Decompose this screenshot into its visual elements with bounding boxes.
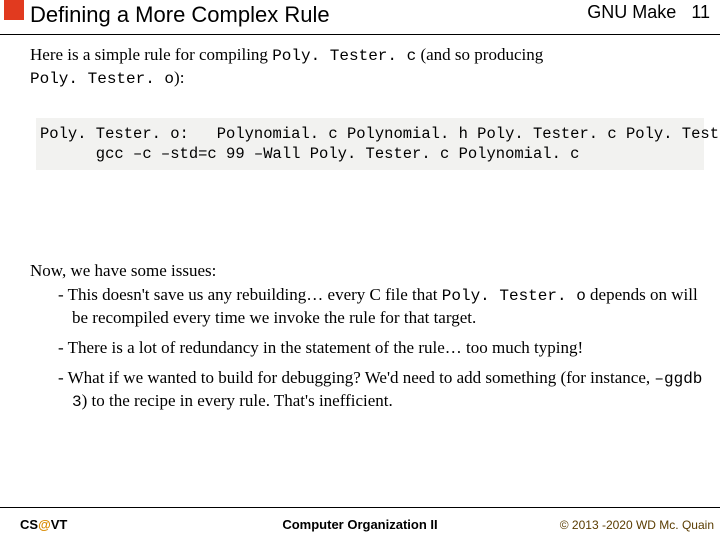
intro-text: ):	[174, 68, 184, 87]
issue-text: What if we wanted to build for debugging…	[68, 368, 655, 387]
slide-title: Defining a More Complex Rule	[30, 2, 330, 28]
intro-paragraph: Here is a simple rule for compiling Poly…	[30, 44, 710, 90]
issues-section: Now, we have some issues: This doesn't s…	[30, 260, 710, 413]
slide-footer: CS@VT Computer Organization II © 2013 -2…	[0, 507, 720, 532]
header-meta: GNU Make 11	[587, 2, 710, 23]
accent-square-icon	[4, 0, 24, 20]
intro-code: Poly. Tester. c	[272, 47, 416, 65]
issue-item: This doesn't save us any rebuilding… eve…	[58, 284, 710, 329]
code-line: gcc –c –std=c 99 –Wall Poly. Tester. c P…	[40, 145, 580, 163]
issue-text: This doesn't save us any rebuilding… eve…	[68, 285, 442, 304]
footer-copyright: © 2013 -2020 WD Mc. Quain	[560, 518, 714, 532]
slide-body: Here is a simple rule for compiling Poly…	[30, 44, 710, 510]
intro-text: (and so producing	[416, 45, 543, 64]
issue-item: What if we wanted to build for debugging…	[58, 367, 710, 413]
issue-text: ) to the recipe in every rule. That's in…	[82, 391, 393, 410]
page-number: 11	[691, 2, 710, 22]
intro-text: Here is a simple rule for compiling	[30, 45, 272, 64]
topic-label: GNU Make	[587, 2, 676, 22]
issues-lead: Now, we have some issues:	[30, 260, 710, 282]
issue-item: There is a lot of redundancy in the stat…	[58, 337, 710, 359]
header-rule	[0, 34, 720, 35]
issue-text: There is a lot of redundancy in the stat…	[68, 338, 584, 357]
intro-code: Poly. Tester. o	[30, 70, 174, 88]
issue-code: Poly. Tester. o	[442, 287, 586, 305]
code-line: Poly. Tester. o: Polynomial. c Polynomia…	[40, 125, 720, 143]
code-block: Poly. Tester. o: Polynomial. c Polynomia…	[36, 118, 704, 170]
